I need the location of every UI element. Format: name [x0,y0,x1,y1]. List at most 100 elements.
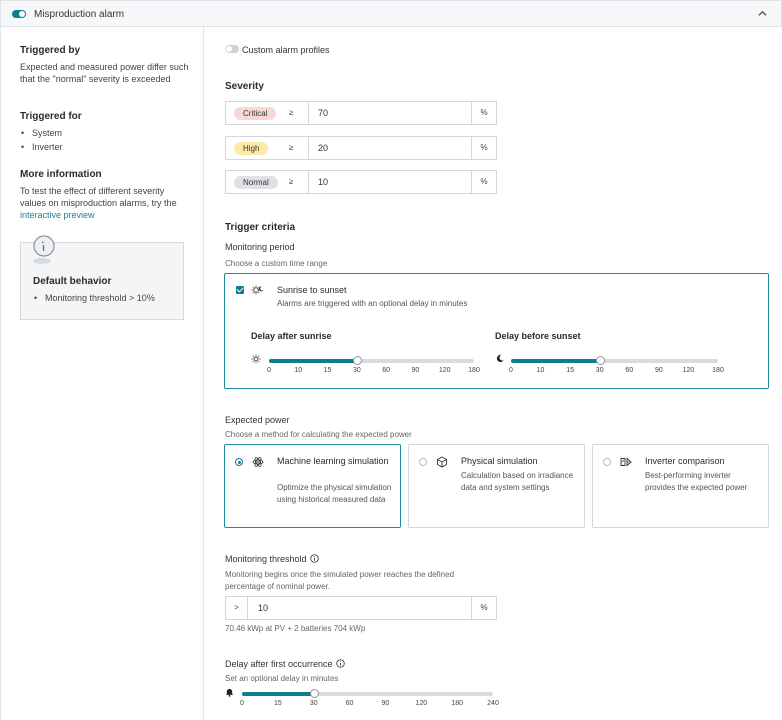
alarm-title: Misproduction alarm [34,9,125,20]
default-behavior-item: • Monitoring threshold > 10% [34,293,155,303]
expected-power-hint: Choose a method for calculating the expe… [225,430,412,439]
monitoring-threshold-input[interactable]: > 10 % [225,596,497,620]
custom-profiles-label: Custom alarm profiles [242,45,330,55]
delay-first-occurrence-hint: Set an optional delay in minutes [225,674,339,683]
slider-tick-label: 90 [411,367,420,374]
slider-thumb[interactable] [309,689,319,698]
info-icon [33,235,55,264]
expected-power-option[interactable]: Physical simulation Calculation based on … [408,444,585,528]
severity-row-critical[interactable]: Critical ≥70% [225,101,497,125]
triggered-by-title: Triggered by [20,45,81,56]
sunrise-icon [251,285,264,295]
severity-value-input[interactable]: 10 [318,177,328,187]
expected-power-radio[interactable] [235,458,243,466]
info-circle-icon[interactable] [335,659,345,668]
default-behavior-title: Default behavior [33,276,112,287]
severity-badge: Normal [234,176,278,189]
triggered-for-item: System [21,128,62,138]
interactive-preview-link[interactable]: interactive preview [20,210,95,220]
expected-power-radio[interactable] [603,458,611,466]
severity-unit: % [471,137,496,159]
severity-row-high[interactable]: High ≥20% [225,136,497,160]
slider-fill [242,692,314,696]
expected-power-option[interactable]: Machine learning simulation Optimize the … [224,444,401,528]
severity-value-input[interactable]: 20 [318,143,328,153]
inverter-icon [620,456,632,468]
sunset-delay-slider[interactable] [511,356,718,365]
expected-power-option-desc: Best-performing inverter provides the ex… [645,471,748,492]
chevron-up-icon[interactable] [758,9,767,18]
slider-tick-label: 120 [438,367,451,374]
monitoring-threshold-hint: Monitoring begins once the simulated pow… [225,570,455,591]
info-circle-icon[interactable] [309,554,319,563]
severity-label-cell: Normal ≥ [226,171,309,193]
slider-tick-label: 120 [415,700,428,707]
slider-fill [511,359,600,363]
moon-icon [496,354,504,363]
triggered-for-title: Triggered for [20,111,82,122]
delay-slider-ticks: 0 15 30 60 90 120 180 240 [240,700,499,710]
slider-tick-label: 120 [682,367,695,374]
expected-power-option[interactable]: Inverter comparison Best-performing inver… [592,444,769,528]
severity-badge: High [234,142,269,155]
sunrise-sunset-checkbox[interactable] [236,286,244,294]
severity-row-normal[interactable]: Normal ≥10% [225,170,497,194]
slider-tick-label: 15 [273,700,282,707]
delay-after-sunrise-label: Delay after sunrise [251,331,332,341]
severity-unit: % [471,102,496,124]
sun-icon [251,354,261,364]
slider-tick-label: 30 [309,700,318,707]
slider-tick-label: 180 [468,367,480,374]
slider-tick-label: 10 [536,367,545,374]
sunrise-delay-slider[interactable] [269,356,474,365]
threshold-operator: > [226,597,248,619]
severity-label-cell: High ≥ [226,137,309,159]
slider-tick-label: 15 [323,367,332,374]
slider-tick-label: 240 [487,700,499,707]
monitoring-period-label: Monitoring period [225,242,295,252]
slider-tick-label: 60 [625,367,634,374]
severity-operator: ≥ [289,177,294,186]
custom-profiles-toggle[interactable] [225,45,239,53]
slider-thumb[interactable] [352,356,362,365]
slider-tick-label: 10 [294,367,303,374]
slider-tick-label: 30 [595,367,604,374]
expected-power-radio[interactable] [419,458,427,466]
expected-power-label: Expected power [225,415,290,425]
trigger-criteria-title: Trigger criteria [225,222,296,233]
slider-tick-label: 0 [509,367,513,374]
slider-tick-label: 60 [345,700,354,707]
sunrise-sunset-desc: Alarms are triggered with an optional de… [277,299,468,308]
expected-power-option-title: Machine learning simulation [277,456,389,466]
threshold-value[interactable]: 10 [258,603,268,613]
alarm-enabled-toggle[interactable] [12,10,26,18]
severity-value-input[interactable]: 70 [318,108,328,118]
more-info-text: To test the effect of different severity… [20,186,177,220]
severity-operator: ≥ [289,108,294,117]
expected-power-option-desc: Calculation based on irradiance data and… [461,471,574,492]
sunset-slider-ticks: 0 10 15 30 60 90 120 180 [509,367,724,377]
delay-first-occurrence-label: Delay after first occurrence [225,659,345,669]
slider-tick-label: 60 [382,367,391,374]
atom-icon [252,456,264,468]
threshold-unit: % [471,597,496,619]
sunrise-sunset-title: Sunrise to sunset [277,285,347,295]
slider-thumb[interactable] [595,356,605,365]
bell-icon [225,688,234,697]
info-sidebar [0,27,204,720]
delay-occurrence-slider[interactable] [242,689,493,698]
expected-power-option-title: Physical simulation [461,456,538,466]
slider-tick-label: 30 [352,367,361,374]
triggered-for-item: Inverter [21,142,62,152]
severity-operator: ≥ [289,143,294,152]
severity-title: Severity [225,81,264,92]
alarm-header[interactable]: Misproduction alarm [0,0,782,27]
severity-badge: Critical [234,107,277,120]
monitoring-period-hint: Choose a custom time range [225,259,328,268]
sunrise-slider-ticks: 0 10 15 30 60 90 120 180 [267,367,480,377]
severity-unit: % [471,171,496,193]
slider-tick-label: 15 [566,367,575,374]
default-behavior-box: Default behavior • Monitoring threshold >… [20,235,184,320]
slider-tick-label: 180 [712,367,724,374]
sunrise-sunset-option[interactable]: Sunrise to sunset Alarms are triggered w… [224,273,769,389]
